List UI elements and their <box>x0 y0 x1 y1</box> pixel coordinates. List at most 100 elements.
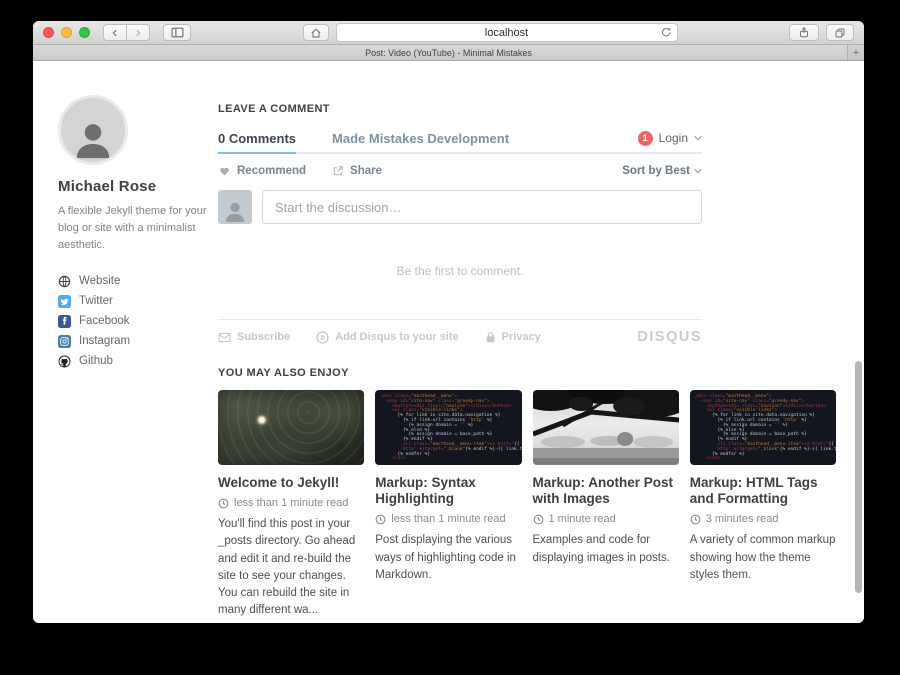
author-links: Website Twitter Facebook Instagram Githu… <box>58 271 218 371</box>
clock-icon <box>218 498 229 509</box>
post-meta: 3 minutes read <box>690 513 836 525</box>
post-thumbnail-code[interactable]: <div class="masthead__menu"> <nav id="si… <box>690 390 836 465</box>
comment-input[interactable] <box>262 190 702 224</box>
sort-label: Sort by Best <box>622 165 690 177</box>
post-title[interactable]: Markup: Another Post with Images <box>533 475 679 507</box>
post-meta: 1 minute read <box>533 513 679 525</box>
chevron-down-icon <box>694 168 702 174</box>
subscribe-link[interactable]: Subscribe <box>218 331 290 343</box>
post-excerpt: A variety of common markup showing how t… <box>690 532 836 584</box>
commenter-avatar <box>218 190 252 224</box>
related-posts-section: YOU MAY ALSO ENJOY Welcome to Jekyll! le… <box>218 367 836 620</box>
scrollbar-thumb[interactable] <box>855 361 862 593</box>
instagram-icon <box>58 335 71 348</box>
share-icon <box>798 26 810 39</box>
window-minimize-button[interactable] <box>61 27 72 38</box>
person-icon <box>222 198 248 224</box>
clock-icon <box>375 514 386 525</box>
new-tab-button[interactable]: + <box>847 45 864 60</box>
clock-icon <box>690 514 701 525</box>
page-content: Michael Rose A flexible Jekyll theme for… <box>33 61 864 623</box>
envelope-icon <box>218 332 231 343</box>
subscribe-label: Subscribe <box>237 331 290 343</box>
sidebar-link-label: Instagram <box>79 335 130 347</box>
post-title[interactable]: Markup: Syntax Highlighting <box>375 475 521 507</box>
login-button[interactable]: 1 Login <box>638 131 702 146</box>
sidebar-link-label: Website <box>79 275 120 287</box>
window-close-button[interactable] <box>43 27 54 38</box>
chevron-right-icon <box>133 28 143 38</box>
globe-icon <box>58 275 71 288</box>
sidebar-item-instagram[interactable]: Instagram <box>58 331 218 351</box>
recommend-button[interactable]: Recommend <box>218 165 306 177</box>
post-title[interactable]: Markup: HTML Tags and Formatting <box>690 475 836 507</box>
post-excerpt: Examples and code for displaying images … <box>533 532 679 567</box>
home-button[interactable] <box>303 24 329 41</box>
disqus-tab-bar: 0 Comments Made Mistakes Development 1 L… <box>218 124 702 154</box>
share-label: Share <box>350 165 382 177</box>
disqus-footer: Subscribe Add Disqus to your site Privac… <box>218 329 702 345</box>
sidebar-item-github[interactable]: Github <box>58 351 218 371</box>
avatar <box>58 95 128 165</box>
heart-icon <box>218 165 231 177</box>
forward-button[interactable] <box>126 24 150 41</box>
person-icon <box>70 116 116 162</box>
notification-badge: 1 <box>638 131 653 146</box>
twitter-icon <box>58 295 71 308</box>
share-comments-button[interactable]: Share <box>332 165 382 177</box>
tab-community[interactable]: Made Mistakes Development <box>332 124 509 154</box>
reload-icon <box>660 26 672 38</box>
disqus-actions-bar: Recommend Share Sort by Best <box>218 165 702 177</box>
lock-icon <box>485 331 496 344</box>
home-icon <box>310 27 322 39</box>
chevron-down-icon <box>694 135 702 141</box>
post-card: <div class="masthead__menu"> <nav id="si… <box>690 390 836 620</box>
recommend-label: Recommend <box>237 165 306 177</box>
sidebar-icon <box>171 27 184 38</box>
share-button[interactable] <box>789 24 819 41</box>
post-card: <div class="masthead__menu"> <nav id="si… <box>375 390 521 620</box>
sidebar-link-label: Facebook <box>79 315 130 327</box>
post-title[interactable]: Welcome to Jekyll! <box>218 475 364 491</box>
sidebar-item-website[interactable]: Website <box>58 271 218 291</box>
url-field[interactable]: localhost <box>336 23 678 42</box>
window-zoom-button[interactable] <box>79 27 90 38</box>
post-excerpt: Post displaying the various ways of high… <box>375 532 521 584</box>
post-thumbnail-green-macro[interactable] <box>218 390 364 465</box>
author-bio: A flexible Jekyll theme for your blog or… <box>58 203 208 254</box>
read-time: 3 minutes read <box>706 513 779 525</box>
privacy-link[interactable]: Privacy <box>485 331 541 344</box>
post-card: Welcome to Jekyll! less than 1 minute re… <box>218 390 364 620</box>
foggy-trees-image <box>533 390 679 465</box>
browser-window: localhost Post: Video (YouTube) - Minima… <box>33 21 864 623</box>
sidebar-item-twitter[interactable]: Twitter <box>58 291 218 311</box>
related-heading: YOU MAY ALSO ENJOY <box>218 367 836 379</box>
tab-overview-button[interactable] <box>826 24 854 41</box>
privacy-label: Privacy <box>502 331 541 343</box>
disqus-logo[interactable]: DISQUS <box>637 329 702 345</box>
browser-toolbar: localhost <box>33 21 864 45</box>
reload-button[interactable] <box>660 26 672 38</box>
back-button[interactable] <box>103 24 127 41</box>
related-cards: Welcome to Jekyll! less than 1 minute re… <box>218 390 836 620</box>
sort-dropdown[interactable]: Sort by Best <box>622 165 702 177</box>
tab-bar: Post: Video (YouTube) - Minimal Mistakes… <box>33 45 864 61</box>
sidebar-item-facebook[interactable]: Facebook <box>58 311 218 331</box>
post-thumbnail-foggy-trees[interactable] <box>533 390 679 465</box>
comments-section: LEAVE A COMMENT 0 Comments Made Mistakes… <box>218 103 702 345</box>
read-time: 1 minute read <box>549 513 616 525</box>
facebook-icon <box>58 315 71 328</box>
active-tab[interactable]: Post: Video (YouTube) - Minimal Mistakes <box>365 48 532 58</box>
add-disqus-link[interactable]: Add Disqus to your site <box>316 331 458 344</box>
comment-compose <box>218 190 702 224</box>
add-disqus-label: Add Disqus to your site <box>335 331 458 343</box>
author-profile: Michael Rose A flexible Jekyll theme for… <box>58 95 218 371</box>
read-time: less than 1 minute read <box>234 497 348 509</box>
post-thumbnail-code[interactable]: <div class="masthead__menu"> <nav id="si… <box>375 390 521 465</box>
post-meta: less than 1 minute read <box>375 513 521 525</box>
sidebar-toggle-button[interactable] <box>163 24 191 41</box>
divider <box>218 319 702 320</box>
sidebar-link-label: Twitter <box>79 295 113 307</box>
tab-comment-count[interactable]: 0 Comments <box>218 124 296 154</box>
disqus-icon <box>316 331 329 344</box>
